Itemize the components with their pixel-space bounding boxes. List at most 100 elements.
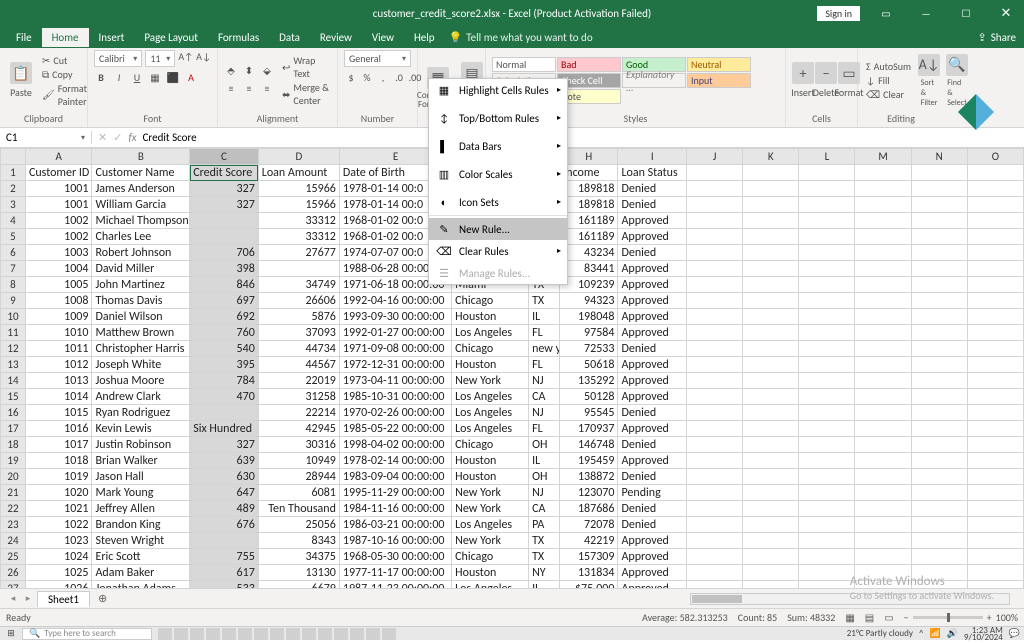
cell-B26[interactable]: Adam Baker: [92, 565, 190, 581]
cell-N6[interactable]: [911, 245, 967, 261]
cell-C4[interactable]: [190, 213, 259, 229]
number-format-select[interactable]: General▾: [344, 50, 411, 67]
sheet-nav-prev-icon[interactable]: ◂: [6, 593, 20, 604]
cell-F12[interactable]: Chicago: [452, 341, 529, 357]
cell-D25[interactable]: 34375: [258, 549, 339, 565]
cell-A3[interactable]: 1001: [25, 197, 92, 213]
cell-L4[interactable]: [799, 213, 855, 229]
tab-home[interactable]: Home: [42, 28, 89, 47]
cell-O3[interactable]: [967, 197, 1023, 213]
cell-L22[interactable]: [799, 501, 855, 517]
cell-F11[interactable]: Los Angeles: [452, 325, 529, 341]
cell-J2[interactable]: [687, 181, 743, 197]
cell-G24[interactable]: TX: [529, 533, 560, 549]
cell-H19[interactable]: 195459: [560, 453, 618, 469]
cell-F22[interactable]: New York: [452, 501, 529, 517]
font-color-icon[interactable]: A: [184, 70, 198, 84]
cell-I21[interactable]: Pending: [618, 485, 687, 501]
cell-G21[interactable]: NJ: [529, 485, 560, 501]
cell-H17[interactable]: 170937: [560, 421, 618, 437]
row-header-1[interactable]: 1: [1, 165, 26, 181]
cell-J15[interactable]: [687, 389, 743, 405]
merge-center-button[interactable]: ⬌Merge & Center: [280, 81, 331, 107]
new-sheet-button[interactable]: ⊕: [92, 592, 113, 605]
tab-help[interactable]: Help: [404, 28, 445, 47]
cell-B2[interactable]: James Anderson: [92, 181, 190, 197]
cell-N22[interactable]: [911, 501, 967, 517]
close-icon[interactable]: ✕: [988, 0, 1024, 26]
cell-L2[interactable]: [799, 181, 855, 197]
cell-J16[interactable]: [687, 405, 743, 421]
cell-D7[interactable]: [258, 261, 339, 277]
cell-C13[interactable]: 395: [190, 357, 259, 373]
cell-L16[interactable]: [799, 405, 855, 421]
cell-L7[interactable]: [799, 261, 855, 277]
percent-icon[interactable]: %: [360, 70, 374, 84]
cell-H9[interactable]: 94323: [560, 293, 618, 309]
col-header-I[interactable]: I: [618, 149, 687, 165]
cell-K22[interactable]: [743, 501, 799, 517]
cell-F16[interactable]: Los Angeles: [452, 405, 529, 421]
cell-C6[interactable]: 706: [190, 245, 259, 261]
cell-N8[interactable]: [911, 277, 967, 293]
tray-volume-icon[interactable]: 🔊: [947, 628, 958, 639]
cf-color-scales[interactable]: ▥Color Scales▸: [429, 163, 567, 185]
cell-A11[interactable]: 1010: [25, 325, 92, 341]
cell-L6[interactable]: [799, 245, 855, 261]
cell-E26[interactable]: 1977-11-17 00:00:00: [339, 565, 451, 581]
cell-M5[interactable]: [855, 229, 911, 245]
sheet-nav-next-icon[interactable]: ▸: [21, 593, 35, 604]
cell-B21[interactable]: Mark Young: [92, 485, 190, 501]
fill-button[interactable]: ↓Fill: [864, 74, 913, 87]
cell-C12[interactable]: 540: [190, 341, 259, 357]
col-header-A[interactable]: A: [25, 149, 92, 165]
cell-H8[interactable]: 109239: [560, 277, 618, 293]
cell-D12[interactable]: 44734: [258, 341, 339, 357]
cell-A1[interactable]: Customer ID: [25, 165, 92, 181]
cell-F17[interactable]: Los Angeles: [452, 421, 529, 437]
app-icon[interactable]: [270, 628, 284, 640]
cell-J21[interactable]: [687, 485, 743, 501]
cell-K8[interactable]: [743, 277, 799, 293]
cell-O22[interactable]: [967, 501, 1023, 517]
row-header-16[interactable]: 16: [1, 405, 26, 421]
cell-C21[interactable]: 647: [190, 485, 259, 501]
row-header-6[interactable]: 6: [1, 245, 26, 261]
row-header-10[interactable]: 10: [1, 309, 26, 325]
cell-K4[interactable]: [743, 213, 799, 229]
zoom-slider[interactable]: −+100%: [904, 611, 1018, 624]
cell-I25[interactable]: Approved: [618, 549, 687, 565]
cell-N12[interactable]: [911, 341, 967, 357]
cell-C23[interactable]: 676: [190, 517, 259, 533]
cell-E21[interactable]: 1995-11-29 00:00:00: [339, 485, 451, 501]
autosum-button[interactable]: ΣAutoSum: [864, 60, 913, 73]
cf-icon-sets[interactable]: ◐Icon Sets▸: [429, 191, 567, 213]
cell-J20[interactable]: [687, 469, 743, 485]
cell-D8[interactable]: 34749: [258, 277, 339, 293]
app-icon[interactable]: [286, 628, 300, 640]
cell-G9[interactable]: TX: [529, 293, 560, 309]
cell-M25[interactable]: [855, 549, 911, 565]
cell-O5[interactable]: [967, 229, 1023, 245]
cell-D17[interactable]: 42945: [258, 421, 339, 437]
cell-E24[interactable]: 1987-10-16 00:00:00: [339, 533, 451, 549]
cell-J25[interactable]: [687, 549, 743, 565]
cell-O15[interactable]: [967, 389, 1023, 405]
cell-M4[interactable]: [855, 213, 911, 229]
cell-A2[interactable]: 1001: [25, 181, 92, 197]
col-header-H[interactable]: H: [560, 149, 618, 165]
cell-I12[interactable]: Denied: [618, 341, 687, 357]
cell-M16[interactable]: [855, 405, 911, 421]
cell-I11[interactable]: Approved: [618, 325, 687, 341]
row-header-2[interactable]: 2: [1, 181, 26, 197]
cell-O17[interactable]: [967, 421, 1023, 437]
cell-H16[interactable]: 95545: [560, 405, 618, 421]
row-header-22[interactable]: 22: [1, 501, 26, 517]
wrap-text-button[interactable]: ↩Wrap Text: [280, 54, 331, 80]
cell-E13[interactable]: 1972-12-31 00:00:00: [339, 357, 451, 373]
cell-C24[interactable]: [190, 533, 259, 549]
cell-D16[interactable]: 22214: [258, 405, 339, 421]
cell-H12[interactable]: 72533: [560, 341, 618, 357]
cell-G15[interactable]: CA: [529, 389, 560, 405]
cell-J6[interactable]: [687, 245, 743, 261]
